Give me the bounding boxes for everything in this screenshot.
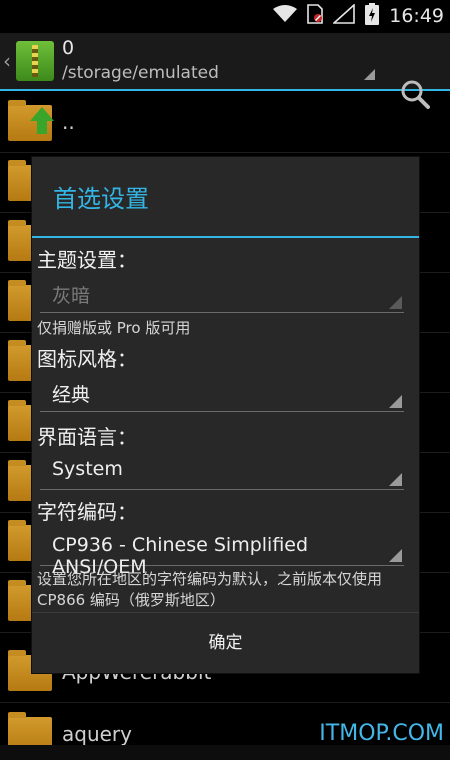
dialog-title: 首选设置 — [53, 185, 149, 213]
language-value: System — [52, 458, 123, 480]
list-item[interactable]: .. — [0, 93, 450, 153]
status-bar: 16:49 — [0, 0, 450, 33]
ok-button[interactable]: 确定 — [32, 613, 419, 673]
path-dropdown-icon[interactable] — [364, 69, 375, 80]
action-bar: ‹ 0 /storage/emulated — [0, 33, 450, 109]
encoding-spinner[interactable]: CP936 - Chinese Simplified ANSI/OEM — [40, 526, 404, 578]
theme-spinner: 灰暗 — [40, 273, 404, 313]
wifi-icon — [273, 5, 298, 27]
dropdown-corner-icon — [389, 395, 402, 408]
watermark: ITMOP.COM — [319, 721, 444, 746]
dropdown-corner-icon — [389, 549, 402, 562]
preferences-dialog: 首选设置 主题设置： 灰暗 仅捐赠版或 Pro 版可用 图标风格： 经典 界面语… — [32, 157, 419, 673]
encoding-note: 设置您所在地区的字符编码为默认，之前版本仅使用 CP866 编码（俄罗斯地区） — [37, 570, 383, 609]
current-path[interactable]: /storage/emulated — [62, 63, 219, 83]
clock: 16:49 — [389, 5, 444, 27]
sim-blocked-icon — [307, 4, 324, 28]
signal-icon — [332, 3, 356, 28]
dropdown-corner-icon — [389, 473, 402, 486]
theme-value: 灰暗 — [52, 285, 91, 307]
file-name: aquery — [62, 722, 132, 746]
language-spinner[interactable]: System — [40, 450, 404, 490]
nav-strip — [0, 745, 450, 760]
dropdown-corner-icon — [389, 296, 402, 309]
icon-style-value: 经典 — [52, 384, 91, 406]
battery-charging-icon — [365, 3, 380, 29]
icon-style-spinner[interactable]: 经典 — [40, 372, 404, 412]
back-chevron-icon[interactable]: ‹ — [3, 49, 11, 73]
up-arrow-icon — [30, 107, 54, 134]
theme-note: 仅捐赠版或 Pro 版可用 — [37, 319, 191, 337]
title-divider — [32, 236, 419, 238]
language-label: 界面语言： — [37, 425, 137, 449]
icon-style-label: 图标风格： — [37, 347, 137, 371]
file-name: .. — [62, 110, 75, 134]
theme-label: 主题设置： — [37, 248, 137, 272]
folder-title: 0 — [62, 37, 75, 59]
status-icons: 16:49 — [273, 3, 444, 29]
encoding-label: 字符编码： — [37, 500, 137, 524]
app-archive-icon[interactable] — [16, 41, 54, 81]
